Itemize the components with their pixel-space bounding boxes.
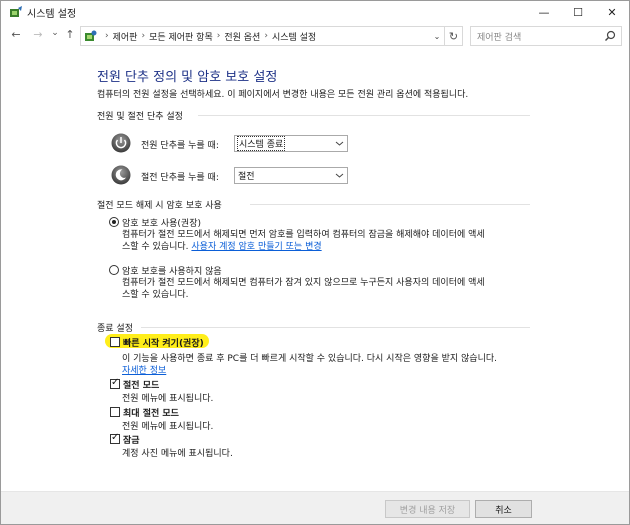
radio-require-password[interactable]: [109, 217, 119, 227]
minimize-button[interactable]: —: [527, 1, 561, 23]
breadcrumb-all-items[interactable]: 모든 제어판 항목: [149, 30, 213, 43]
checkbox-sleep[interactable]: ✓: [110, 377, 120, 389]
maximize-icon: ☐: [573, 5, 583, 19]
maximize-button[interactable]: ☐: [561, 1, 595, 23]
up-arrow-icon: ↑: [65, 28, 75, 41]
sleep-desc: 전원 메뉴에 표시됩니다.: [122, 394, 214, 404]
power-button-label: 전원 단추를 누를 때:: [141, 141, 219, 151]
power-button-icon: [111, 133, 131, 153]
window-title: 시스템 설정: [27, 9, 77, 20]
power-button-action-select[interactable]: 시스템 종료: [234, 135, 348, 152]
power-options-icon: [10, 6, 22, 17]
main-content: 전원 단추 정의 및 암호 보호 설정 컴퓨터의 전원 설정을 선택하세요. 이…: [1, 49, 629, 489]
close-icon: ✕: [607, 5, 617, 19]
fast-startup-desc: 이 기능을 사용하면 종료 후 PC를 더 빠르게 시작할 수 있습니다. 다시…: [122, 354, 497, 364]
section-title-password: 절전 모드 해제 시 암호 보호 사용: [97, 201, 222, 211]
chevron-down-icon: ⌄: [51, 28, 59, 38]
section-title-buttons: 전원 및 절전 단추 설정: [97, 112, 183, 122]
chevron-down-icon: [335, 141, 344, 146]
section-divider: [141, 327, 530, 328]
title-bar: 시스템 설정 — ☐ ✕: [1, 1, 629, 23]
cancel-button[interactable]: 취소: [475, 500, 532, 518]
sleep-button-action-select[interactable]: 절전: [234, 167, 348, 184]
search-icon: [605, 30, 616, 41]
forward-button[interactable]: →: [31, 28, 45, 42]
section-divider: [198, 115, 530, 116]
no-password-desc-line1: 컴퓨터가 절전 모드에서 해제되면 컴퓨터가 잠겨 있지 않으므로 누구든지 사…: [122, 278, 485, 288]
create-password-link[interactable]: 사용자 계정 암호 만들기 또는 변경: [191, 242, 321, 252]
chevron-down-icon: [335, 173, 344, 178]
checkbox-hibernate[interactable]: [110, 407, 120, 417]
breadcrumb-system-settings[interactable]: 시스템 설정: [272, 30, 316, 43]
minimize-icon: —: [538, 5, 550, 19]
sleep-button-icon: [111, 165, 131, 185]
back-arrow-icon: ←: [11, 28, 21, 41]
sleep-button-action-value: 절전: [238, 172, 255, 182]
breadcrumb-separator: ›: [141, 31, 146, 41]
chevron-down-icon: ⌄: [433, 31, 441, 41]
refresh-icon: ↻: [448, 29, 459, 43]
search-placeholder: 제어판 검색: [477, 32, 522, 43]
learn-more-link[interactable]: 자세한 정보: [122, 363, 166, 376]
navigation-bar: ← → ⌄ ↑ › 제어판 › 모든 제어판 항목 › 전원 옵션 › 시스템 …: [1, 23, 629, 49]
checkmark-icon: ✓: [111, 377, 120, 388]
recent-locations-button[interactable]: ⌄: [48, 26, 62, 40]
forward-arrow-icon: →: [33, 28, 43, 41]
system-settings-window: 시스템 설정 — ☐ ✕ ← → ⌄ ↑ › 제어판 › 모든 제어판 항목 ›…: [0, 0, 630, 525]
fast-startup-label[interactable]: 빠른 시작 켜기(권장): [123, 336, 204, 349]
breadcrumb-power-options[interactable]: 전원 옵션: [224, 30, 260, 43]
breadcrumb-separator: ›: [264, 31, 268, 41]
lock-label[interactable]: 잠금: [123, 433, 140, 446]
hibernate-label[interactable]: 최대 절전 모드: [123, 406, 179, 419]
footer-bar: 변경 내용 저장 취소: [1, 492, 629, 524]
page-intro: 컴퓨터의 전원 설정을 선택하세요. 이 페이지에서 변경한 내용은 모든 전원…: [97, 90, 469, 100]
lock-desc: 계정 사진 메뉴에 표시됩니다.: [122, 449, 233, 459]
require-password-desc-text: 스할 수 있습니다.: [122, 242, 192, 252]
close-button[interactable]: ✕: [595, 1, 629, 23]
hibernate-desc: 전원 메뉴에 표시됩니다.: [122, 422, 214, 432]
no-password-label[interactable]: 암호 보호를 사용하지 않음: [122, 264, 222, 277]
address-dropdown-button[interactable]: ⌄: [430, 27, 444, 45]
page-title: 전원 단추 정의 및 암호 보호 설정: [97, 70, 278, 85]
require-password-label[interactable]: 암호 보호 사용(권장): [122, 216, 201, 229]
no-password-desc-line2: 스할 수 있습니다.: [122, 290, 189, 300]
sleep-label[interactable]: 절전 모드: [123, 378, 159, 391]
back-button[interactable]: ←: [9, 28, 23, 42]
breadcrumb-separator: ›: [105, 31, 109, 41]
section-title-shutdown: 종료 설정: [97, 324, 133, 334]
checkbox-lock[interactable]: ✓: [110, 432, 120, 444]
require-password-desc-line1: 컴퓨터가 절전 모드에서 해제되면 먼저 암호를 입력하여 컴퓨터의 잠금을 해…: [122, 230, 485, 240]
address-bar[interactable]: › 제어판 › 모든 제어판 항목 › 전원 옵션 › 시스템 설정 ⌄: [80, 26, 445, 46]
checkmark-icon: ✓: [111, 432, 120, 443]
checkbox-fast-startup[interactable]: [110, 337, 120, 347]
radio-selected-dot: [112, 220, 116, 224]
save-changes-button[interactable]: 변경 내용 저장: [385, 500, 470, 518]
breadcrumb-separator: ›: [216, 31, 221, 41]
search-input[interactable]: 제어판 검색: [470, 26, 622, 46]
refresh-button[interactable]: ↻: [445, 26, 463, 46]
breadcrumb-control-panel[interactable]: 제어판: [113, 30, 138, 43]
control-panel-icon: [85, 30, 97, 41]
radio-no-password[interactable]: [109, 265, 119, 275]
require-password-desc-line2: 스할 수 있습니다. 사용자 계정 암호 만들기 또는 변경: [122, 241, 542, 253]
sleep-button-label: 절전 단추를 누를 때:: [141, 173, 219, 183]
section-divider: [250, 204, 530, 205]
up-button[interactable]: ↑: [63, 28, 77, 42]
power-button-action-value: 시스템 종료: [237, 136, 286, 151]
